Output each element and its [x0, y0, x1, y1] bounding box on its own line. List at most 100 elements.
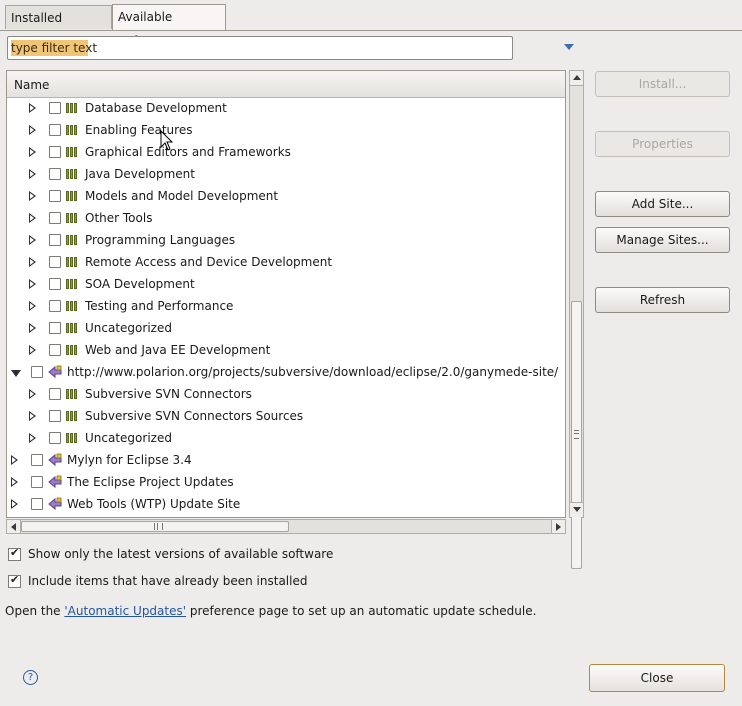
install-button-label: Install...	[638, 77, 687, 91]
collapse-triangle-icon[interactable]	[11, 370, 21, 377]
category-icon	[66, 125, 79, 135]
row-checkbox[interactable]	[49, 146, 61, 158]
expand-triangle-icon[interactable]	[29, 257, 36, 267]
row-checkbox[interactable]	[49, 388, 61, 400]
filter-input[interactable]	[11, 40, 506, 56]
expand-triangle-icon[interactable]	[29, 433, 36, 443]
expand-triangle-icon[interactable]	[29, 169, 36, 179]
row-checkbox[interactable]	[49, 102, 61, 114]
category-icon-bar	[74, 323, 77, 333]
tree-column-header[interactable]: Name	[7, 71, 565, 98]
close-button[interactable]: Close	[589, 664, 725, 692]
tree-row[interactable]: Uncategorized	[7, 318, 565, 340]
category-icon-bar	[70, 213, 73, 223]
properties-button-label: Properties	[632, 137, 693, 151]
category-icon-bar	[70, 323, 73, 333]
tree-row[interactable]: Subversive SVN Connectors Sources	[7, 406, 565, 428]
row-checkbox[interactable]	[49, 344, 61, 356]
row-checkbox[interactable]	[49, 168, 61, 180]
row-checkbox[interactable]	[49, 278, 61, 290]
expand-triangle-icon[interactable]	[29, 389, 36, 399]
tree-row[interactable]: Java Development	[7, 164, 565, 186]
add-site-button[interactable]: Add Site...	[595, 191, 730, 217]
row-checkbox[interactable]	[49, 256, 61, 268]
row-checkbox[interactable]	[49, 212, 61, 224]
grip-icon	[154, 523, 163, 530]
tab-divider	[0, 30, 742, 31]
expand-triangle-icon[interactable]	[29, 147, 36, 157]
install-button[interactable]: Install...	[595, 71, 730, 97]
filter-box[interactable]	[7, 36, 513, 60]
help-icon-glyph: ?	[27, 672, 34, 683]
latest-versions-checkbox[interactable]	[8, 546, 21, 561]
expand-triangle-icon[interactable]	[29, 345, 36, 355]
tab-installed-software[interactable]: Installed Software	[5, 5, 112, 49]
expand-triangle-icon[interactable]	[29, 125, 36, 135]
tree-row[interactable]: Uncategorized	[7, 428, 565, 450]
expand-triangle-icon[interactable]	[29, 279, 36, 289]
tree-row[interactable]: Database Development	[7, 98, 565, 120]
tree-row[interactable]: Web and Java EE Development	[7, 340, 565, 362]
expand-triangle-icon[interactable]	[29, 213, 36, 223]
tree-row[interactable]: Programming Languages	[7, 230, 565, 252]
include-installed-checkbox[interactable]	[8, 573, 21, 588]
tree-row[interactable]: SOA Development	[7, 274, 565, 296]
vertical-scroll-thumb[interactable]	[571, 301, 582, 569]
tree-row-label: Java Development	[85, 167, 195, 181]
tree-row[interactable]: http://www.polarion.org/projects/subvers…	[7, 362, 565, 384]
tree-row[interactable]: Graphical Editors and Frameworks	[7, 142, 565, 164]
tree-row[interactable]: Mylyn for Eclipse 3.4	[7, 450, 565, 472]
refresh-button[interactable]: Refresh	[595, 287, 730, 313]
tree-row[interactable]: Other Tools	[7, 208, 565, 230]
row-checkbox[interactable]	[31, 454, 43, 466]
tree-row[interactable]: Web Tools (WTP) Update Site	[7, 494, 565, 516]
scroll-down-button[interactable]	[570, 502, 583, 517]
expand-triangle-icon[interactable]	[29, 323, 36, 333]
row-checkbox[interactable]	[49, 190, 61, 202]
expand-triangle-icon[interactable]	[11, 455, 18, 465]
tree-row[interactable]: Models and Model Development	[7, 186, 565, 208]
expand-triangle-icon[interactable]	[11, 499, 18, 509]
category-icon-bar	[66, 279, 69, 289]
row-checkbox[interactable]	[49, 300, 61, 312]
row-checkbox[interactable]	[31, 498, 43, 510]
arrow-left-icon	[11, 523, 16, 531]
category-icon-bar	[70, 125, 73, 135]
category-icon-bar	[70, 235, 73, 245]
category-icon-bar	[70, 433, 73, 443]
row-checkbox[interactable]	[49, 234, 61, 246]
tree-row[interactable]: The Eclipse Project Updates	[7, 472, 565, 494]
expand-triangle-icon[interactable]	[29, 103, 36, 113]
manage-sites-button[interactable]: Manage Sites...	[595, 227, 730, 253]
automatic-updates-link[interactable]: 'Automatic Updates'	[64, 604, 186, 618]
row-checkbox[interactable]	[49, 124, 61, 136]
expand-triangle-icon[interactable]	[29, 411, 36, 421]
help-icon[interactable]: ?	[23, 670, 38, 685]
expand-triangle-icon[interactable]	[29, 301, 36, 311]
filter-menu-chevron-down-icon[interactable]	[564, 44, 574, 50]
row-checkbox[interactable]	[49, 322, 61, 334]
expand-triangle-icon[interactable]	[29, 191, 36, 201]
properties-button[interactable]: Properties	[595, 131, 730, 157]
scroll-up-button[interactable]	[570, 71, 583, 86]
category-icon	[66, 147, 79, 157]
scroll-left-button[interactable]	[7, 520, 21, 533]
row-checkbox[interactable]	[31, 476, 43, 488]
tab-available-software[interactable]: Available Software	[112, 4, 226, 48]
row-checkbox[interactable]	[49, 410, 61, 422]
manage-sites-button-label: Manage Sites...	[616, 233, 709, 247]
tree-row[interactable]: Subversive SVN Connectors	[7, 384, 565, 406]
tree-vertical-scrollbar[interactable]	[569, 70, 584, 569]
row-checkbox[interactable]	[31, 366, 43, 378]
tree-row[interactable]: Remote Access and Device Development	[7, 252, 565, 274]
category-icon-bar	[74, 235, 77, 245]
expand-triangle-icon[interactable]	[29, 235, 36, 245]
horizontal-scroll-thumb[interactable]	[21, 521, 289, 532]
tree-row[interactable]: Testing and Performance	[7, 296, 565, 318]
scroll-right-button[interactable]	[551, 520, 565, 533]
tree-horizontal-scrollbar[interactable]	[6, 519, 566, 534]
software-tree[interactable]: Name Database Development Enabling Featur…	[6, 70, 566, 518]
tree-row[interactable]: Enabling Features	[7, 120, 565, 142]
row-checkbox[interactable]	[49, 432, 61, 444]
expand-triangle-icon[interactable]	[11, 477, 18, 487]
